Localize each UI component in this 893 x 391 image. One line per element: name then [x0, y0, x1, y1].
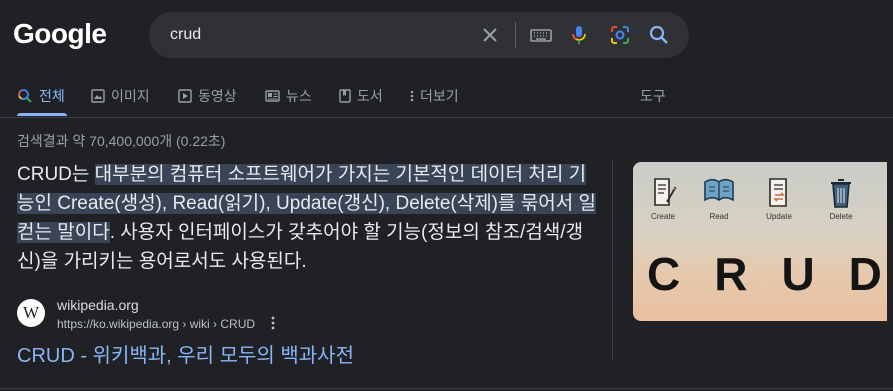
- featured-snippet: CRUD는 대부분의 컴퓨터 소프트웨어가 가지는 기본적인 데이터 처리 기능…: [17, 160, 597, 276]
- thumb-label-delete: Delete: [829, 212, 853, 221]
- lens-icon[interactable]: [608, 23, 632, 47]
- tab-news[interactable]: 뉴스: [265, 84, 312, 108]
- tab-books[interactable]: 도서: [339, 84, 383, 108]
- tab-images-label: 이미지: [111, 88, 150, 104]
- images-tab-icon: [91, 89, 105, 103]
- result-more-options-icon[interactable]: [267, 315, 279, 331]
- search-box[interactable]: crud: [149, 12, 689, 58]
- clear-icon[interactable]: [478, 23, 502, 47]
- result-title-link[interactable]: CRUD - 위키백과, 우리 모두의 백과사전: [17, 339, 354, 368]
- snippet-image-divider: [612, 160, 613, 360]
- tab-videos[interactable]: 동영상: [178, 84, 237, 108]
- create-icon: [643, 176, 683, 215]
- tab-tools[interactable]: 도구: [640, 84, 666, 108]
- search-divider: [515, 22, 516, 48]
- news-tab-icon: [265, 90, 280, 102]
- tab-images[interactable]: 이미지: [91, 84, 150, 108]
- read-book-icon: [699, 176, 739, 211]
- tab-all[interactable]: 전체: [17, 84, 65, 108]
- snippet-lead: CRUD는: [17, 164, 95, 185]
- source-url[interactable]: https://ko.wikipedia.org › wiki › CRUD: [57, 317, 255, 331]
- tab-more[interactable]: 더보기: [410, 84, 459, 108]
- source-site-name[interactable]: wikipedia.org: [57, 297, 139, 313]
- google-logo[interactable]: Google: [13, 18, 107, 50]
- search-icon[interactable]: [647, 23, 671, 47]
- thumb-label-create: Create: [650, 212, 675, 221]
- more-dots-icon: [410, 90, 414, 102]
- tab-videos-label: 동영상: [198, 88, 237, 104]
- search-icon: [18, 89, 32, 103]
- books-tab-icon: [339, 89, 351, 103]
- active-tab-indicator: [17, 113, 67, 116]
- tab-all-label: 전체: [39, 88, 65, 104]
- delete-trash-icon: [821, 176, 861, 215]
- tab-tools-label: 도구: [640, 88, 666, 104]
- page-edge: [887, 162, 893, 321]
- thumb-label-update: Update: [766, 212, 792, 221]
- thumb-label-read: Read: [709, 212, 729, 221]
- search-input[interactable]: crud: [170, 26, 201, 44]
- tab-news-label: 뉴스: [286, 88, 312, 104]
- keyboard-icon[interactable]: [529, 23, 553, 47]
- mic-icon[interactable]: [567, 23, 591, 47]
- header-divider: [0, 117, 893, 118]
- thumb-crud-text: CRUD: [647, 248, 882, 300]
- update-doc-icon: [759, 176, 799, 215]
- crud-thumbnail-image[interactable]: Create Read Update Delete CRUD: [633, 162, 887, 321]
- result-stats: 검색결과 약 70,400,000개 (0.22초): [17, 133, 226, 149]
- tab-more-label: 더보기: [420, 88, 459, 104]
- tab-books-label: 도서: [357, 88, 383, 104]
- videos-tab-icon: [178, 89, 192, 103]
- bottom-divider: [0, 388, 893, 389]
- wikipedia-favicon-icon: W: [17, 299, 45, 327]
